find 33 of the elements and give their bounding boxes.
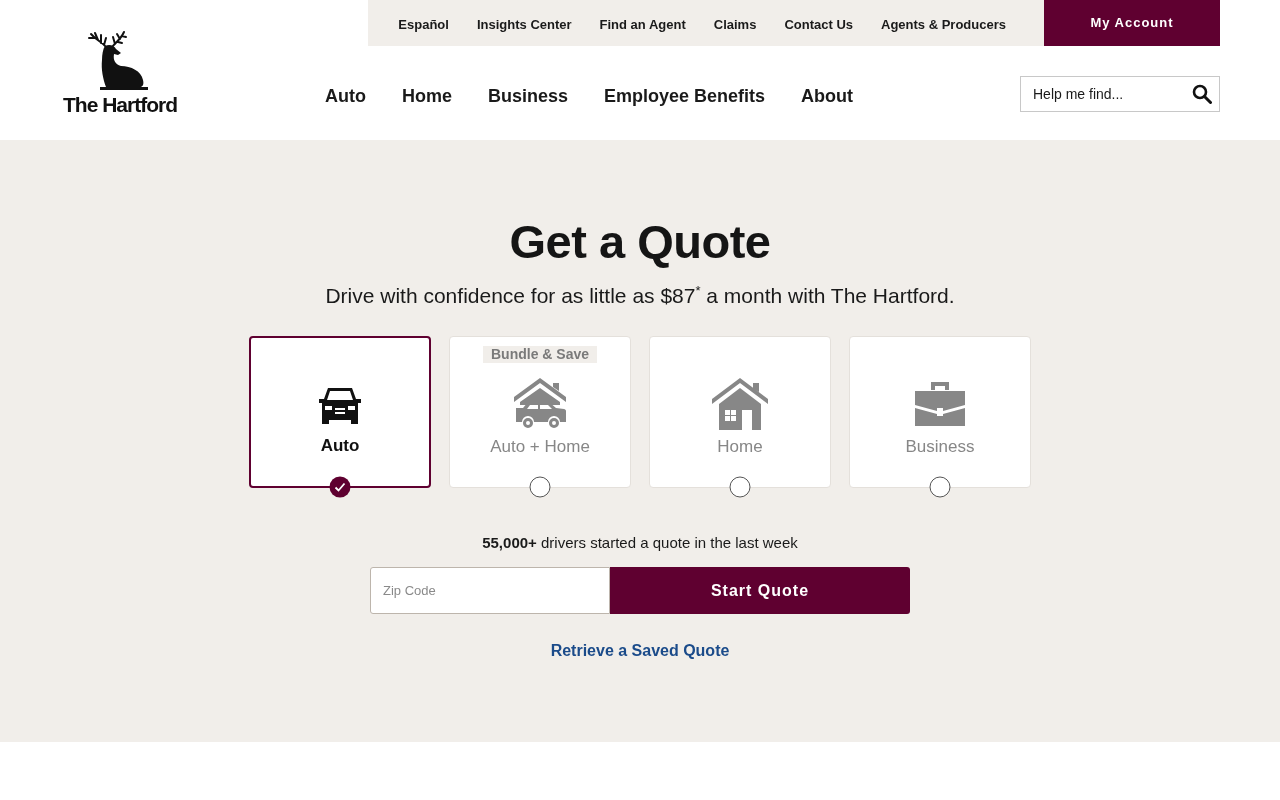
quote-option-card[interactable]: Home (649, 336, 831, 488)
start-quote-button[interactable]: Start Quote (610, 567, 910, 614)
nav-link[interactable]: Auto (325, 77, 366, 107)
radio-button[interactable] (729, 476, 751, 498)
utility-link[interactable]: Español (398, 13, 449, 33)
nav-link[interactable]: Business (488, 77, 569, 107)
radio-button[interactable] (329, 476, 351, 498)
quote-option-card[interactable]: Bundle & Save Auto + Home (449, 336, 631, 488)
utility-link[interactable]: Agents & Producers (881, 13, 1006, 33)
nav-link[interactable]: Employee Benefits (604, 77, 766, 107)
social-proof-text: 55,000+ drivers started a quote in the last week (482, 533, 798, 553)
logo-link[interactable]: The Hartford (60, 0, 180, 140)
utility-link[interactable]: Contact Us (784, 13, 853, 33)
nav-link[interactable]: About (801, 77, 854, 107)
quote-option-card[interactable]: Auto (249, 336, 431, 488)
quote-title: Get a Quote (509, 214, 771, 270)
house-and-car-icon (513, 377, 567, 431)
briefcase-icon (914, 381, 966, 427)
retrieve-quote-link[interactable]: Retrieve a Saved Quote (550, 640, 730, 662)
quote-option-card[interactable]: Business (849, 336, 1031, 488)
house-icon (711, 377, 769, 431)
utility-link[interactable]: Claims (713, 13, 757, 33)
utility-link[interactable]: Insights Center (476, 13, 572, 33)
radio-button[interactable] (529, 476, 551, 498)
search-icon[interactable] (1192, 84, 1212, 104)
search-field[interactable]: Help me find... (1020, 76, 1220, 112)
nav-link[interactable]: Home (402, 77, 452, 107)
promo-badge: Bundle & Save (483, 346, 597, 363)
account-button[interactable]: My Account (1044, 0, 1220, 46)
utility-link[interactable]: Find an Agent (599, 13, 686, 33)
quote-subtitle: Drive with confidence for as little as $87$^{*}$ a month with The Hartford. (325, 282, 955, 309)
radio-button[interactable] (929, 476, 951, 498)
zip-code-field[interactable]: Zip Code (370, 567, 610, 614)
